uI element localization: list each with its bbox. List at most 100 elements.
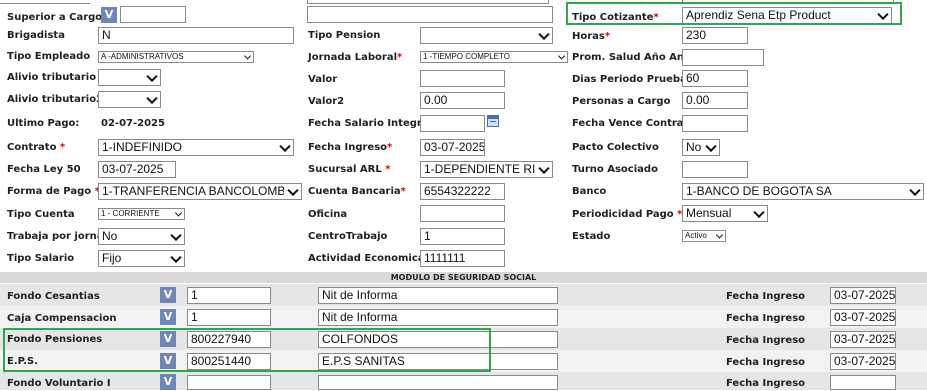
chevron-down-icon (174, 209, 183, 217)
jornada-laboral-select[interactable]: 1 -TIEMPO COMPLETO (420, 51, 568, 63)
prom-salud-input[interactable] (682, 49, 764, 66)
periodicidad-pago-select[interactable]: Mensual (682, 205, 768, 222)
valor-label: Valor (308, 74, 338, 85)
jornada-laboral-label: Jornada Laboral* (308, 52, 403, 63)
fecha-ingreso-label: Fecha Ingreso* (308, 142, 393, 153)
fondo-cesantias-name: Nit de Informa (318, 287, 558, 304)
banco-label: Banco (572, 186, 607, 197)
fondo-voluntario-fecha[interactable] (830, 375, 896, 390)
turno-asociado-input[interactable] (682, 161, 748, 178)
alivio-tributario-select[interactable] (98, 69, 161, 86)
estado-value: Activo (685, 231, 707, 240)
horas-input[interactable]: 230 (682, 27, 748, 44)
superior-a-cargo-input[interactable] (120, 6, 186, 23)
tipo-pension-select[interactable] (420, 27, 553, 44)
brigadista-input[interactable]: N (98, 27, 294, 44)
fondo-voluntario-code[interactable] (187, 375, 271, 390)
fondo-voluntario-name (318, 375, 558, 390)
tipo-cuenta-select[interactable]: 1 - CORRIENTE (98, 208, 185, 220)
chevron-down-icon (146, 70, 158, 82)
caja-compensacion-fecha[interactable]: 03-07-2025 (830, 309, 896, 326)
fecha-ingreso-label: Fecha Ingreso (726, 291, 806, 302)
fecha-ingreso-label: Fecha Ingreso (726, 313, 806, 324)
chevron-down-icon (170, 229, 182, 241)
superior-a-cargo-label: Superior a Cargo (7, 12, 103, 23)
fecha-ingreso-label: Fecha Ingreso (726, 378, 806, 389)
periodicidad-pago-value: Mensual (686, 207, 732, 220)
valor-input[interactable] (420, 70, 505, 87)
valor2-input[interactable]: 0.00 (420, 92, 505, 109)
chevron-down-icon (146, 92, 158, 104)
ultimo-pago-value: 02-07-2025 (101, 118, 165, 129)
estado-label: Estado (572, 231, 611, 242)
blank-input-top[interactable] (307, 6, 553, 23)
fecha-ingreso-label: Fecha Ingreso (726, 335, 806, 346)
actividad-economica-label: Actividad Economica * (308, 253, 433, 264)
highlight-tipo-cotizante (566, 2, 902, 25)
caja-compensacion-v-button[interactable]: V (160, 309, 176, 325)
brigadista-label: Brigadista (7, 30, 65, 41)
pacto-colectivo-label: Pacto Colectivo (572, 142, 659, 153)
contrato-select[interactable]: 1-INDEFINIDO (98, 139, 294, 156)
turno-asociado-label: Turno Asociado (572, 164, 658, 175)
caja-compensacion-code[interactable]: 1 (187, 309, 271, 326)
fecha-salario-integral-label: Fecha Salario Integral (308, 118, 432, 129)
trabaja-por-jornal-select[interactable]: No (98, 228, 185, 245)
chevron-down-icon (538, 162, 550, 174)
sucursal-arl-value: 1-DEPENDIENTE RIE (424, 163, 535, 176)
cuenta-bancaria-input[interactable]: 6554322222 (420, 183, 505, 200)
chevron-down-icon (279, 140, 291, 152)
calendar-icon[interactable] (487, 115, 499, 127)
seguridad-social-header: MODULO DE SEGURIDAD SOCIAL (0, 272, 927, 283)
fecha-salario-integral-input[interactable] (420, 115, 485, 132)
tipo-empleado-value: A -ADMINISTRATIVOS (101, 52, 184, 61)
centro-trabajo-label: CentroTrabajo (308, 231, 388, 242)
alivio-tributario2-label: Alivio tributario2 (7, 94, 104, 105)
pacto-colectivo-select[interactable]: No (682, 139, 720, 156)
superior-a-cargo-v-button[interactable]: V (101, 7, 117, 23)
fecha-ley-50-input[interactable]: 03-07-2025 (98, 161, 176, 178)
dias-periodo-prueba-input[interactable]: 60 (682, 70, 748, 87)
tipo-salario-select[interactable]: Fijo (98, 250, 185, 267)
chevron-down-icon (715, 231, 724, 239)
fondo-cesantias-label: Fondo Cesantias (7, 291, 100, 302)
forma-de-pago-value: 1-TRANFERENCIA BANCOLOMBIA (102, 185, 284, 198)
banco-select[interactable]: 1-BANCO DE BOGOTA SA (682, 183, 924, 200)
estado-select[interactable]: Activo (682, 230, 726, 242)
fecha-ley-50-label: Fecha Ley 50 (7, 164, 81, 175)
fondo-cesantias-fecha[interactable]: 03-07-2025 (830, 287, 896, 304)
trabaja-por-jornal-value: No (102, 230, 118, 243)
prom-salud-label: Prom. Salud Año Ant. (572, 52, 693, 63)
fecha-ingreso-label: Fecha Ingreso (726, 357, 806, 368)
chevron-down-icon (538, 28, 550, 40)
horas-label: Horas* (572, 31, 611, 42)
sucursal-arl-select[interactable]: 1-DEPENDIENTE RIE (420, 161, 553, 178)
personas-a-cargo-input[interactable]: 0.00 (682, 92, 748, 109)
centro-trabajo-input[interactable]: 1 (420, 228, 505, 245)
contrato-label: Contrato * (7, 142, 66, 153)
tipo-cuenta-label: Tipo Cuenta (7, 209, 75, 220)
chevron-down-icon (557, 52, 566, 60)
fondo-cesantias-code[interactable]: 1 (187, 287, 271, 304)
forma-de-pago-label: Forma de Pago * (7, 186, 100, 197)
personas-a-cargo-label: Personas a Cargo (572, 96, 671, 107)
fondo-pensiones-fecha[interactable]: 03-07-2025 (830, 331, 896, 348)
fondo-cesantias-v-button[interactable]: V (160, 287, 176, 303)
actividad-economica-input[interactable]: 1111111 (420, 250, 505, 267)
tipo-empleado-select[interactable]: A -ADMINISTRATIVOS (98, 51, 254, 63)
tipo-empleado-label: Tipo Empleado (7, 51, 91, 62)
alivio-tributario2-select[interactable] (98, 91, 161, 108)
tipo-salario-value: Fijo (102, 252, 122, 265)
forma-de-pago-select[interactable]: 1-TRANFERENCIA BANCOLOMBIA (98, 183, 302, 200)
eps-fecha[interactable]: 03-07-2025 (830, 353, 896, 370)
fecha-ingreso-input[interactable]: 03-07-2025 (420, 139, 485, 156)
fecha-vence-contrato-input[interactable] (682, 115, 748, 132)
highlight-pensiones-eps (3, 328, 491, 372)
alivio-tributario-label: Alivio tributario (7, 72, 97, 83)
chevron-down-icon (287, 184, 299, 196)
jornada-laboral-value: 1 -TIEMPO COMPLETO (423, 52, 510, 61)
trabaja-por-jornal-label: Trabaja por jornal (7, 231, 107, 242)
tipo-cuenta-value: 1 - CORRIENTE (101, 209, 160, 218)
fondo-voluntario-v-button[interactable]: V (160, 374, 176, 390)
oficina-input[interactable] (420, 205, 505, 222)
